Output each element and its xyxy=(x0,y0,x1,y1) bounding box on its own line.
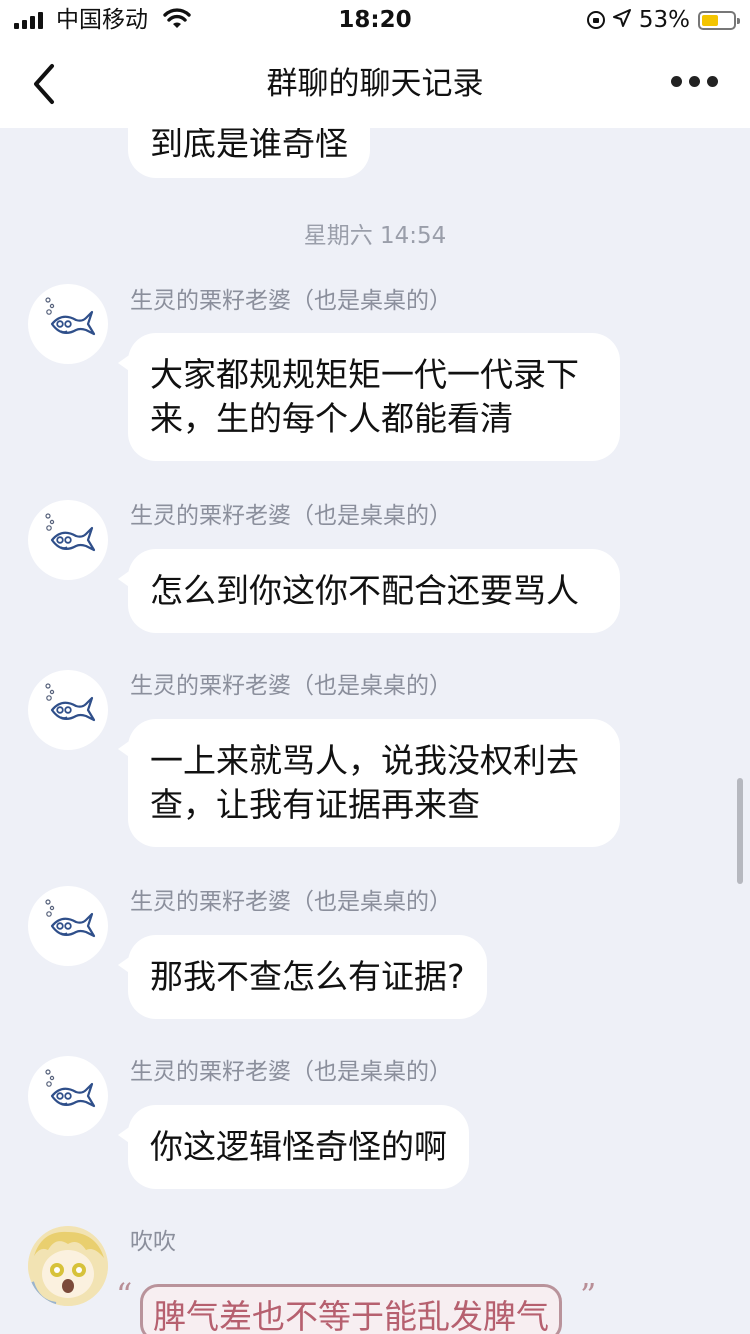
sender-name: 生灵的栗籽老婆（也是桌桌的） xyxy=(130,288,452,314)
avatar[interactable] xyxy=(28,670,108,750)
message-text-line: 怎么到你这你不配合还要骂人 xyxy=(150,571,579,610)
message-text: 到底是谁奇怪 xyxy=(150,128,348,163)
time-divider: 星期六 14:54 xyxy=(303,223,447,249)
fish-icon xyxy=(45,513,96,552)
avatar[interactable] xyxy=(28,886,108,966)
avatar[interactable] xyxy=(28,1226,108,1306)
navigation-bar: 群聊的聊天记录 xyxy=(0,40,750,128)
message-text-line: 一上来就骂人，说我没权利去 xyxy=(150,741,579,780)
message-bubble[interactable]: 一上来就骂人，说我没权利去 查，让我有证据再来查 xyxy=(118,719,620,847)
avatar[interactable] xyxy=(28,1056,108,1136)
chat-history[interactable]: 到底是谁奇怪 星期六 14:54 生灵的栗籽老婆（也是桌桌的） 大家都规规矩矩一… xyxy=(0,128,750,1334)
message-bubble[interactable]: 大家都规规矩矩一代一代录下 来，生的每个人都能看清 xyxy=(118,333,620,461)
battery-level-fill xyxy=(702,14,718,26)
fish-icon xyxy=(45,899,96,938)
more-dots-icon xyxy=(671,76,682,87)
avatar[interactable] xyxy=(28,284,108,364)
fish-icon xyxy=(45,297,96,336)
message-bubble[interactable]: 到底是谁奇怪 xyxy=(128,128,370,178)
open-quote: “ xyxy=(116,1276,133,1314)
rotation-lock-icon xyxy=(586,11,605,29)
message-bubble[interactable]: 那我不查怎么有证据? xyxy=(118,935,487,1019)
anime-avatar-icon xyxy=(28,1226,108,1306)
sender-name: 生灵的栗籽老婆（也是桌桌的） xyxy=(130,889,452,915)
battery-percentage: 53% xyxy=(638,7,690,33)
fish-icon xyxy=(45,683,96,722)
message-text-line: 你这逻辑怪奇怪的啊 xyxy=(150,1127,447,1166)
message-text: 脾气差也不等于能乱发脾气 xyxy=(153,1297,549,1334)
message-text-line: 大家都规规矩矩一代一代录下 xyxy=(150,355,579,394)
close-quote: ” xyxy=(580,1276,597,1314)
message-text-line: 那我不查怎么有证据? xyxy=(150,957,465,996)
sender-name: 生灵的栗籽老婆（也是桌桌的） xyxy=(130,1059,452,1085)
fish-icon xyxy=(45,1069,96,1108)
page-title: 群聊的聊天记录 xyxy=(266,66,484,102)
message-bubble[interactable]: 怎么到你这你不配合还要骂人 xyxy=(118,549,620,633)
message-bubble[interactable]: 脾气差也不等于能乱发脾气 xyxy=(140,1284,562,1334)
sender-name: 生灵的栗籽老婆（也是桌桌的） xyxy=(130,673,452,699)
scrollbar[interactable] xyxy=(737,778,743,884)
status-bar: 中国移动 18:20 53% xyxy=(0,0,750,40)
battery-icon xyxy=(698,10,740,30)
message-text-line: 查，让我有证据再来查 xyxy=(150,785,480,824)
sender-name: 吹吹 xyxy=(130,1229,176,1255)
sender-name: 生灵的栗籽老婆（也是桌桌的） xyxy=(130,503,452,529)
more-button[interactable] xyxy=(671,76,718,87)
location-icon xyxy=(612,9,631,31)
message-bubble[interactable]: 你这逻辑怪奇怪的啊 xyxy=(118,1105,469,1189)
avatar[interactable] xyxy=(28,500,108,580)
message-text-line: 来，生的每个人都能看清 xyxy=(150,399,513,438)
